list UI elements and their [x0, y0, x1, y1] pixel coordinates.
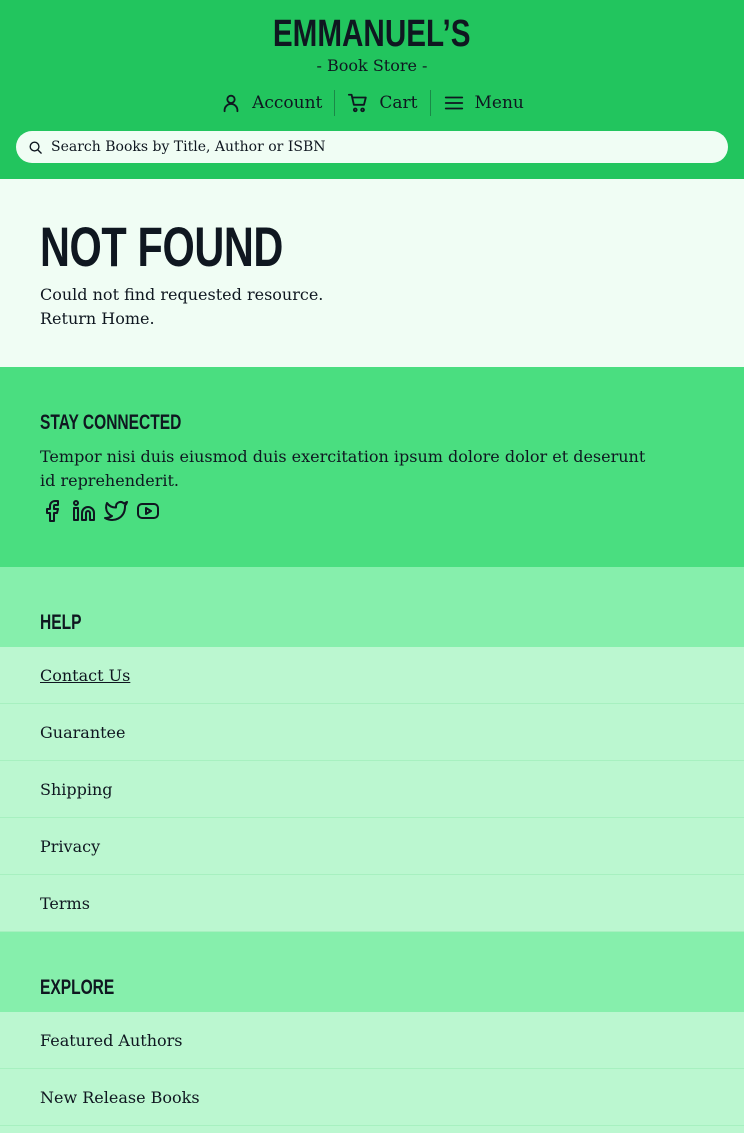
help-section-header: HELP	[0, 567, 744, 647]
menu-button[interactable]: Menu	[431, 92, 536, 114]
not-found-section: NOT FOUND Could not find requested resou…	[0, 179, 744, 367]
search-bar[interactable]	[16, 131, 728, 163]
account-link[interactable]: Account	[208, 92, 334, 114]
twitter-link[interactable]	[104, 499, 128, 523]
menu-icon	[444, 96, 463, 110]
footer-link-contact-us[interactable]: Contact Us	[0, 647, 744, 704]
account-label: Account	[252, 93, 323, 113]
footer-link-featured-authors[interactable]: Featured Authors	[0, 1012, 744, 1069]
footer-link-label: Privacy	[40, 836, 101, 856]
cart-label: Cart	[379, 93, 418, 113]
error-message: Could not find requested resource.	[40, 285, 324, 304]
logo[interactable]: EMMANUEL’S - Book Store -	[0, 14, 744, 76]
footer-link-label: New Release Books	[40, 1087, 200, 1107]
cart-link[interactable]: Cart	[335, 92, 429, 114]
logo-subtitle: - Book Store -	[316, 56, 428, 75]
footer-link-guarantee[interactable]: Guarantee	[0, 704, 744, 761]
header-nav: Account Cart Menu	[0, 90, 744, 116]
user-icon	[223, 94, 239, 113]
explore-section-header: EXPLORE	[0, 932, 744, 1012]
footer-link-terms[interactable]: Terms	[0, 875, 744, 932]
twitter-icon	[104, 501, 128, 521]
footer-link-shipping[interactable]: Shipping	[0, 761, 744, 818]
nav-divider	[334, 90, 336, 116]
help-heading: HELP	[40, 611, 82, 634]
return-home-link[interactable]: Return Home.	[40, 307, 155, 331]
facebook-icon	[46, 500, 59, 522]
logo-title: EMMANUEL’S	[273, 13, 471, 55]
site-header: EMMANUEL’S - Book Store - Account Cart M…	[0, 0, 744, 179]
nav-divider	[429, 90, 431, 116]
youtube-link[interactable]	[136, 499, 160, 523]
social-links	[40, 499, 704, 523]
footer-link-label: Contact Us	[40, 665, 131, 685]
footer-link-label: Terms	[40, 893, 90, 913]
menu-label: Menu	[474, 93, 524, 113]
footer-link-new-release-books[interactable]: New Release Books	[0, 1069, 744, 1126]
search-input[interactable]	[51, 139, 728, 155]
linkedin-link[interactable]	[72, 499, 96, 523]
stay-connected-text: Tempor nisi duis eiusmod duis exercitati…	[40, 447, 646, 490]
explore-heading: EXPLORE	[40, 976, 115, 999]
youtube-icon	[137, 503, 159, 519]
cart-icon	[348, 93, 368, 113]
stay-connected-heading: STAY CONNECTED	[40, 411, 182, 434]
footer-link-label: Featured Authors	[40, 1030, 183, 1050]
facebook-link[interactable]	[40, 499, 64, 523]
linkedin-icon	[73, 500, 95, 521]
page-title: NOT FOUND	[40, 215, 283, 278]
footer-link-privacy[interactable]: Privacy	[0, 818, 744, 875]
stay-connected-section: STAY CONNECTED Tempor nisi duis eiusmod …	[0, 367, 744, 567]
search-icon	[29, 141, 42, 154]
footer-link-label: Shipping	[40, 779, 113, 799]
footer-link-label: Guarantee	[40, 722, 126, 742]
